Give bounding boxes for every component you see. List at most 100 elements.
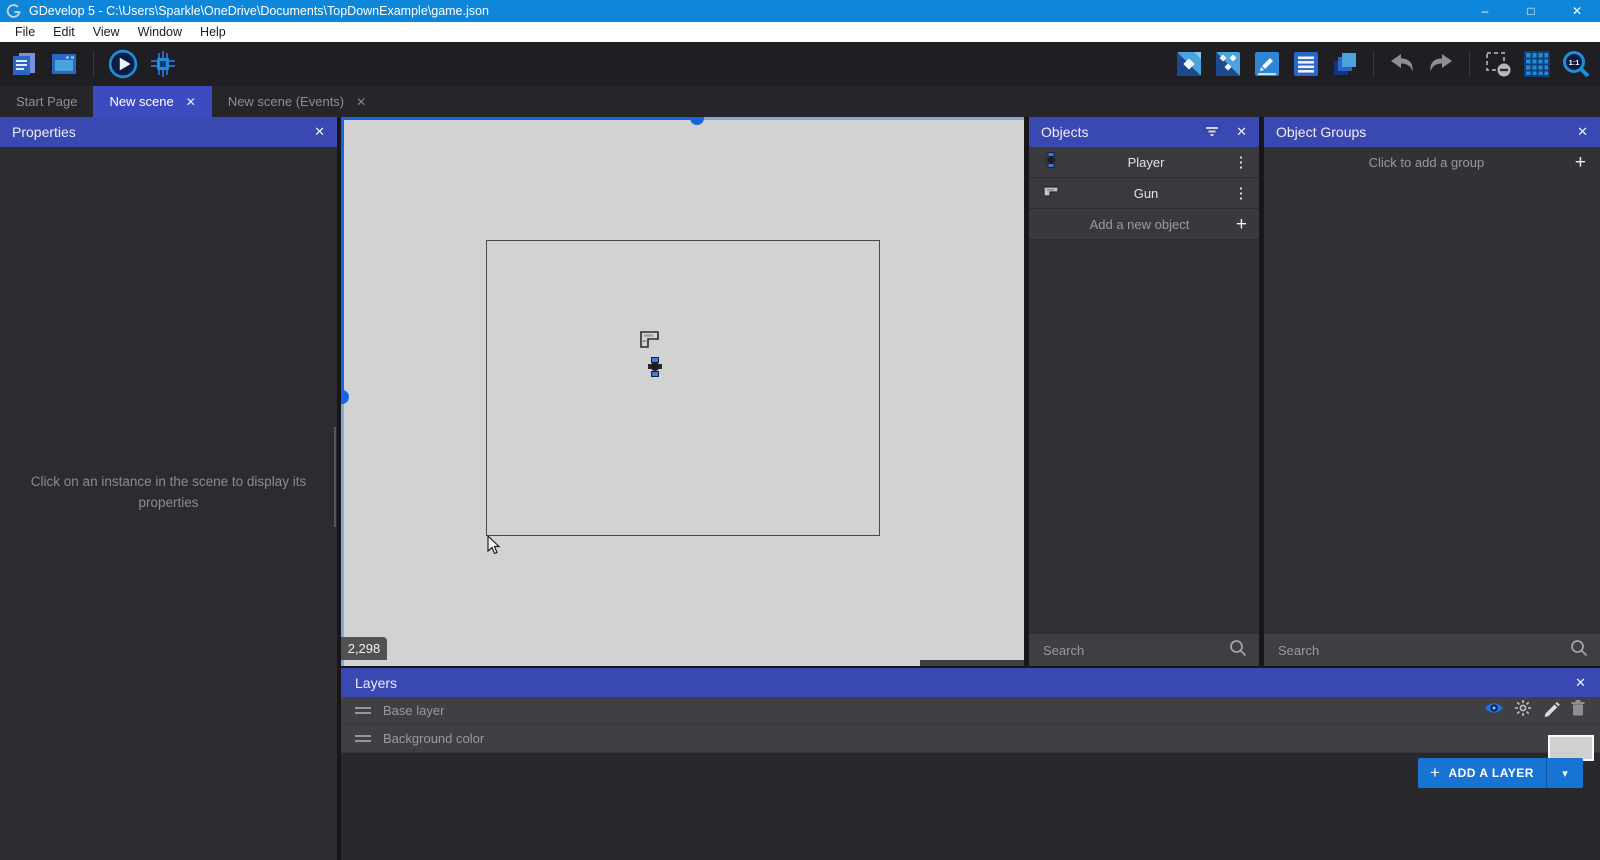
close-window-icon[interactable]: ✕ (1554, 0, 1600, 22)
coordinates-badge: 2,298 (341, 637, 387, 660)
object-groups-icon[interactable] (1212, 48, 1244, 80)
canvas-hscroll-line[interactable] (341, 117, 690, 120)
preview-play-icon[interactable] (107, 48, 139, 80)
toggle-grid-icon[interactable] (1521, 48, 1553, 80)
close-panel-icon[interactable]: ✕ (1575, 675, 1586, 691)
zoom-1-1-icon[interactable]: 1:1 (1560, 48, 1592, 80)
properties-empty-message: Click on an instance in the scene to dis… (30, 474, 307, 510)
objects-panel-header: Objects ✕ (1029, 117, 1259, 147)
visibility-eye-icon[interactable] (1484, 701, 1504, 720)
object-groups-panel-header: Object Groups ✕ (1264, 117, 1600, 147)
menu-help[interactable]: Help (191, 22, 235, 42)
menu-edit[interactable]: Edit (44, 22, 84, 42)
svg-text:1:1: 1:1 (1569, 58, 1580, 67)
deselect-instances-icon[interactable] (1482, 48, 1514, 80)
add-new-object-button[interactable]: Add a new object + (1029, 209, 1259, 240)
objects-search-bar (1029, 634, 1259, 666)
layers-panel-icon[interactable] (1329, 48, 1361, 80)
debug-icon[interactable] (147, 48, 179, 80)
object-groups-panel: Object Groups ✕ Click to add a group + (1264, 117, 1600, 666)
objects-editor-icon[interactable] (1173, 48, 1205, 80)
objects-search-input[interactable] (1041, 641, 1221, 659)
tab-new-scene[interactable]: New scene ✕ (93, 86, 212, 117)
drag-handle-icon[interactable] (355, 735, 371, 742)
toolbar-separator (1373, 51, 1374, 77)
plus-icon: + (1430, 763, 1441, 782)
canvas-vscroll-dot[interactable] (341, 390, 349, 404)
add-group-button[interactable]: Click to add a group + (1264, 147, 1600, 178)
tab-start-page[interactable]: Start Page (0, 86, 93, 117)
add-layer-dropdown-icon[interactable]: ▾ (1546, 758, 1583, 788)
canvas-vscroll-line[interactable] (341, 117, 344, 390)
add-group-label: Click to add a group (1368, 155, 1485, 170)
canvas-vscroll-line[interactable] (341, 404, 344, 666)
undo-icon[interactable] (1386, 48, 1418, 80)
project-manager-icon[interactable] (8, 48, 40, 80)
drag-handle-icon[interactable] (355, 707, 371, 714)
layer-row-base[interactable]: Base layer (341, 697, 1600, 725)
properties-scrollbar[interactable] (334, 427, 336, 527)
delete-trash-icon[interactable] (1570, 699, 1586, 722)
instances-list-icon[interactable] (1290, 48, 1322, 80)
properties-panel-header: Properties ✕ (0, 117, 337, 147)
object-menu-icon[interactable]: ⋮ (1233, 153, 1249, 171)
menu-file[interactable]: File (6, 22, 44, 42)
search-icon (1229, 639, 1247, 662)
gun-object-icon (1043, 183, 1059, 204)
toolbar-separator (93, 51, 94, 77)
object-row-player[interactable]: Player ⋮ (1029, 147, 1259, 178)
layers-panel-header: Layers ✕ (341, 668, 1600, 697)
plus-icon: + (1235, 213, 1247, 235)
close-tab-icon[interactable]: ✕ (186, 95, 196, 109)
gdevelop-logo-icon (6, 3, 21, 19)
properties-panel-icon[interactable] (1251, 48, 1283, 80)
close-panel-icon[interactable]: ✕ (1236, 124, 1247, 140)
effects-icon[interactable] (1514, 699, 1532, 722)
gun-instance[interactable] (640, 331, 660, 354)
groups-search-input[interactable] (1276, 641, 1562, 659)
close-tab-icon[interactable]: ✕ (356, 95, 366, 109)
menu-view[interactable]: View (84, 22, 129, 42)
start-page-icon[interactable] (48, 48, 80, 80)
object-menu-icon[interactable]: ⋮ (1233, 184, 1249, 202)
close-panel-icon[interactable]: ✕ (1577, 124, 1588, 140)
groups-search-bar (1264, 634, 1600, 666)
object-name: Gun (1133, 185, 1159, 201)
main-toolbar: 1:1 (0, 42, 1600, 86)
tab-new-scene-events[interactable]: New scene (Events) ✕ (212, 86, 382, 117)
close-panel-icon[interactable]: ✕ (314, 124, 325, 140)
add-layer-button[interactable]: + ADD A LAYER ▾ (1418, 758, 1583, 788)
gdevelop-window: GDevelop 5 - C:\Users\Sparkle\OneDrive\D… (0, 0, 1600, 860)
tab-label: Start Page (16, 94, 78, 109)
object-row-gun[interactable]: Gun ⋮ (1029, 178, 1259, 209)
menu-bar: File Edit View Window Help (0, 22, 1600, 42)
redo-icon[interactable] (1425, 48, 1457, 80)
object-groups-panel-body (1264, 178, 1600, 634)
window-title: GDevelop 5 - C:\Users\Sparkle\OneDrive\D… (29, 4, 489, 18)
toolbar-separator (1469, 51, 1470, 77)
title-bar: GDevelop 5 - C:\Users\Sparkle\OneDrive\D… (0, 0, 1600, 22)
panel-title: Layers (355, 674, 398, 691)
add-layer-label: ADD A LAYER (1448, 766, 1534, 780)
menu-window[interactable]: Window (129, 22, 191, 42)
layer-name: Background color (383, 731, 485, 746)
tab-label: New scene (109, 94, 174, 109)
filter-icon[interactable] (1204, 123, 1220, 142)
mouse-cursor (487, 534, 501, 560)
panel-title: Object Groups (1276, 124, 1367, 140)
canvas-hscroll-line[interactable] (704, 117, 1024, 120)
player-instance[interactable] (647, 357, 663, 382)
layer-row-background[interactable]: Background color (341, 725, 1600, 753)
canvas-hscroll-dot[interactable] (690, 117, 704, 125)
object-name: Player (1127, 154, 1165, 170)
scene-window-bounds (486, 240, 880, 536)
scene-canvas[interactable]: 2,298 (341, 117, 1024, 666)
layers-panel: Layers ✕ Base layer Background color + A… (341, 666, 1600, 860)
panel-title: Objects (1041, 124, 1089, 140)
objects-panel: Objects ✕ Player ⋮ Gun ⋮ Add a new objec… (1029, 117, 1259, 666)
minimize-icon[interactable]: – (1462, 0, 1508, 22)
layer-name: Base layer (383, 703, 445, 718)
add-new-object-label: Add a new object (1089, 216, 1190, 232)
edit-pencil-icon[interactable] (1542, 699, 1560, 722)
maximize-icon[interactable]: □ (1508, 0, 1554, 22)
